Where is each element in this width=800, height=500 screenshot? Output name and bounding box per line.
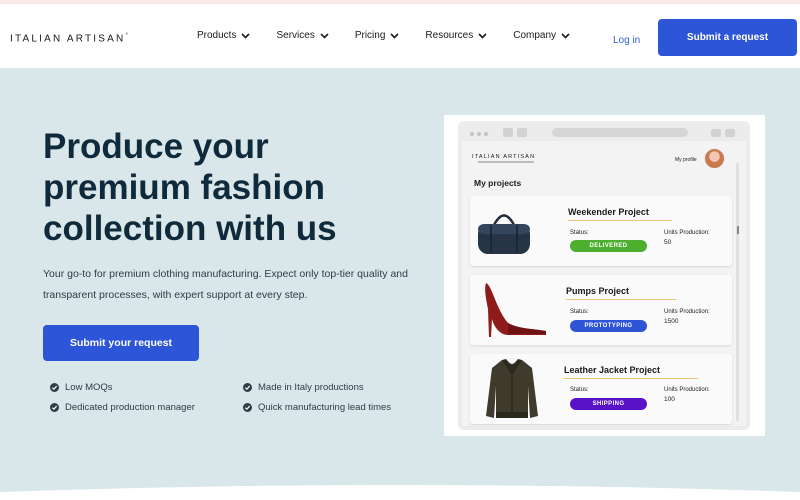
status-label: Status:	[570, 387, 589, 393]
units-label: Units Production:	[664, 387, 710, 393]
app-mockup-content: ITALIAN ARTISAN My profile My projects W…	[462, 141, 746, 426]
feature-item: Made in Italy productions	[243, 382, 364, 393]
feature-label: Low MOQs	[65, 382, 113, 393]
top-navbar: ITALIAN ARTISAN° Products Services Prici…	[0, 0, 800, 68]
brand-logo[interactable]: ITALIAN ARTISAN°	[10, 33, 130, 44]
units-value: 50	[664, 239, 672, 246]
main-menu: Products Services Pricing Resources Comp…	[197, 30, 596, 41]
menu-pricing-label: Pricing	[354, 30, 386, 41]
submit-request-button[interactable]: Submit a request	[658, 19, 797, 56]
brand-logo-mark: °	[125, 33, 131, 39]
avatar[interactable]	[704, 148, 725, 169]
menu-resources-label: Resources	[425, 30, 474, 41]
window-dot	[484, 132, 488, 136]
menu-company[interactable]: Company	[513, 30, 570, 41]
bottom-wave-divider	[0, 485, 800, 500]
chevron-down-icon	[390, 32, 399, 39]
status-badge: SHIPPING	[570, 398, 647, 410]
scrollbar[interactable]	[736, 163, 739, 421]
project-card[interactable]: Leather Jacket Project Status: SHIPPING …	[470, 354, 732, 424]
menu-company-label: Company	[513, 30, 557, 41]
my-projects-heading: My projects	[474, 178, 522, 188]
title-underline	[564, 378, 698, 379]
units-value: 1500	[664, 318, 679, 325]
hero-title: Produce your premium fashion collection …	[43, 127, 337, 248]
menu-services[interactable]: Services	[276, 30, 329, 41]
feature-label: Quick manufacturing lead times	[258, 402, 392, 413]
feature-item: Dedicated production manager	[50, 402, 195, 413]
check-circle-icon	[50, 383, 59, 392]
chevron-down-icon	[561, 32, 570, 39]
login-link[interactable]: Log in	[613, 35, 640, 46]
scrollbar-thumb[interactable]	[737, 226, 739, 234]
units-value: 100	[664, 396, 675, 403]
brand-logo-text: ITALIAN ARTISAN	[10, 33, 126, 45]
status-badge: PROTOTYPING	[570, 320, 647, 332]
status-badge: DELIVERED	[570, 240, 647, 252]
window-chip	[711, 129, 721, 137]
profile-label[interactable]: My profile	[675, 157, 697, 163]
check-circle-icon	[50, 403, 59, 412]
check-circle-icon	[243, 383, 252, 392]
menu-resources[interactable]: Resources	[425, 30, 487, 41]
project-title: Weekender Project	[568, 207, 649, 217]
window-urlbar	[552, 128, 688, 137]
feature-item: Quick manufacturing lead times	[243, 402, 391, 413]
duffel-bag-icon	[478, 214, 530, 254]
chevron-down-icon	[241, 32, 251, 39]
window-dot	[477, 132, 481, 136]
title-underline	[568, 220, 672, 221]
mockup-logo-tagline	[478, 161, 534, 163]
window-chip	[725, 129, 735, 137]
status-label: Status:	[570, 230, 589, 236]
chevron-down-icon	[478, 32, 487, 39]
project-title: Pumps Project	[566, 286, 630, 296]
window-chip	[517, 128, 527, 137]
feature-label: Made in Italy productions	[258, 382, 364, 393]
chevron-down-icon	[320, 32, 329, 39]
project-title: Leather Jacket Project	[564, 365, 661, 375]
units-label: Units Production:	[664, 230, 710, 236]
jacket-icon	[486, 359, 538, 418]
high-heel-icon	[485, 283, 546, 337]
window-dot	[470, 132, 474, 136]
window-chip	[503, 128, 513, 137]
feature-item: Low MOQs	[50, 382, 113, 393]
units-label: Units Production:	[664, 309, 710, 315]
menu-products-label: Products	[197, 30, 237, 41]
menu-products[interactable]: Products	[197, 30, 251, 41]
check-circle-icon	[243, 403, 252, 412]
menu-pricing[interactable]: Pricing	[355, 30, 400, 41]
mockup-logo: ITALIAN ARTISAN	[472, 154, 536, 160]
feature-label: Dedicated production manager	[65, 402, 195, 413]
submit-your-request-button[interactable]: Submit your request	[43, 325, 199, 361]
title-underline	[566, 299, 676, 300]
hero-subtitle: Your go-to for premium clothing manufact…	[43, 268, 408, 301]
status-label: Status:	[570, 309, 589, 315]
menu-services-label: Services	[276, 30, 315, 41]
project-card[interactable]: Pumps Project Status: PROTOTYPING Units …	[470, 275, 732, 345]
project-card[interactable]: Weekender Project Status: DELIVERED Unit…	[470, 196, 732, 266]
